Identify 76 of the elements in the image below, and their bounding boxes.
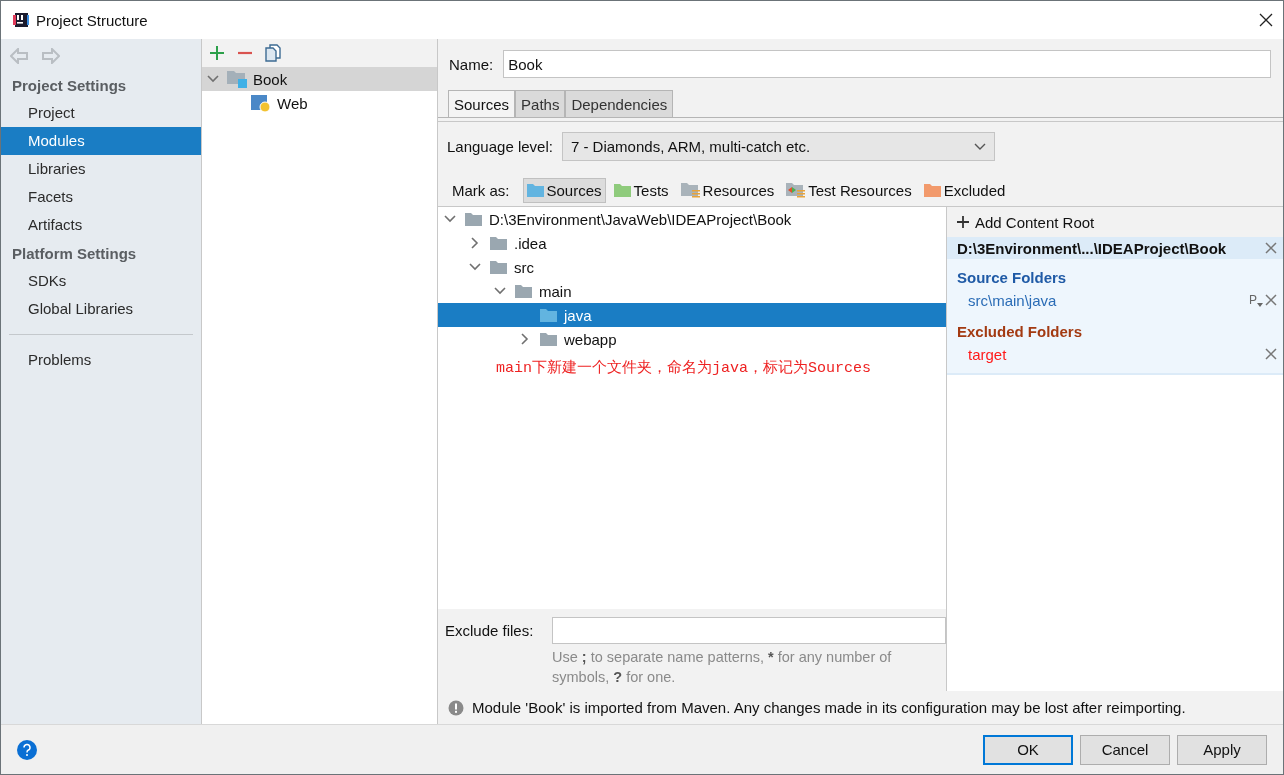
tab[interactable]: Paths bbox=[515, 90, 566, 118]
caret-icon bbox=[1257, 303, 1263, 307]
language-level-dropdown[interactable]: 7 - Diamonds, ARM, multi-catch etc. bbox=[561, 132, 995, 161]
close-icon[interactable] bbox=[1259, 13, 1273, 27]
dialog-button[interactable]: Cancel bbox=[1080, 734, 1170, 765]
properties-button[interactable]: P bbox=[1249, 293, 1263, 307]
section-header: Project Settings bbox=[11, 76, 128, 96]
sidebar-item[interactable]: SDKs bbox=[1, 267, 201, 295]
tab[interactable]: Sources bbox=[448, 90, 516, 118]
sidebar-item[interactable]: Problems bbox=[1, 346, 201, 374]
mark-as-label: Mark as: bbox=[452, 181, 510, 199]
folder-icon bbox=[490, 260, 507, 274]
folder-icon bbox=[540, 308, 557, 322]
hint-text: Use ; to separate name patterns, * for any number of symbols, ? for one. bbox=[552, 648, 893, 687]
app-icon bbox=[13, 12, 29, 28]
folder-name: java bbox=[564, 306, 592, 324]
sidebar-item[interactable]: Libraries bbox=[1, 155, 201, 183]
tree-row[interactable]: .idea bbox=[438, 231, 946, 255]
folder-path: src\main\java bbox=[968, 291, 1058, 309]
copy-icon[interactable] bbox=[265, 44, 281, 62]
sidebar-item[interactable]: Facets bbox=[1, 183, 201, 211]
add-content-root-button[interactable]: Add Content Root bbox=[947, 207, 1283, 237]
folder-path: target bbox=[968, 345, 1008, 363]
folder-name: .idea bbox=[514, 234, 547, 252]
mark-as-button[interactable]: Excluded bbox=[919, 177, 1010, 203]
mark-as-button[interactable]: Test Resources bbox=[782, 177, 916, 203]
folder-icon bbox=[923, 183, 941, 197]
folder-icon bbox=[515, 284, 532, 298]
warning-icon bbox=[448, 699, 464, 716]
help-icon[interactable] bbox=[17, 739, 37, 760]
tree-item[interactable]: Web bbox=[202, 91, 437, 115]
language-level-label: Language level: bbox=[447, 138, 553, 155]
folder-name: main bbox=[539, 282, 572, 300]
mark-as-button[interactable]: Resources bbox=[676, 177, 779, 203]
window-title: Project Structure bbox=[36, 11, 148, 29]
module-name: Book bbox=[253, 70, 288, 88]
resources-folder-icon bbox=[680, 182, 700, 198]
tree-row[interactable]: webapp bbox=[438, 327, 946, 351]
tree-row[interactable]: D:\3Environment\JavaWeb\IDEAProject\Book bbox=[438, 207, 946, 231]
sidebar-item[interactable]: Artifacts bbox=[1, 211, 201, 239]
test-resources-folder-icon bbox=[786, 182, 806, 198]
dialog-button[interactable]: Apply bbox=[1177, 734, 1267, 765]
folder-name: D:\3Environment\JavaWeb\IDEAProject\Book bbox=[489, 210, 792, 228]
add-icon bbox=[956, 215, 970, 229]
folder-icon bbox=[490, 236, 507, 250]
folder-icon bbox=[526, 183, 544, 197]
folder-icon bbox=[465, 212, 482, 226]
tree-row[interactable]: src bbox=[438, 255, 946, 279]
folder-section-title: Source Folders bbox=[956, 268, 1068, 288]
info-message: Module 'Book' is imported from Maven. Any changes made in its configuration may be lost after reimporting. bbox=[472, 699, 1186, 716]
section-header: Platform Settings bbox=[11, 244, 138, 264]
name-label: Name: bbox=[449, 55, 494, 73]
module-name: Web bbox=[277, 94, 308, 112]
name-field[interactable]: Book bbox=[503, 50, 1271, 78]
exclude-files-label: Exclude files: bbox=[445, 622, 535, 639]
tree-row[interactable]: java bbox=[438, 303, 946, 327]
web-module-icon bbox=[251, 94, 271, 112]
folder-icon bbox=[613, 183, 631, 197]
tab[interactable]: Dependencies bbox=[565, 90, 674, 118]
content-root-path: D:\3Environment\...\IDEAProject\Book bbox=[957, 239, 1227, 257]
folder-icon bbox=[540, 332, 557, 346]
sidebar-item[interactable]: Modules bbox=[1, 127, 201, 155]
sidebar-item[interactable]: Global Libraries bbox=[1, 295, 201, 323]
folder-name: webapp bbox=[564, 330, 617, 348]
tree-row[interactable]: main bbox=[438, 279, 946, 303]
exclude-files-field[interactable] bbox=[552, 617, 946, 644]
mark-as-button[interactable]: Tests bbox=[609, 177, 673, 203]
folder-name: src bbox=[514, 258, 534, 276]
tree-item[interactable]: Book bbox=[202, 67, 437, 91]
annotation-text: main下新建一个文件夹，命名为java，标记为Sources bbox=[496, 359, 873, 379]
add-icon[interactable] bbox=[209, 45, 225, 61]
mark-as-button[interactable]: Sources bbox=[522, 177, 606, 203]
folder-section-title: Excluded Folders bbox=[956, 322, 1084, 342]
sidebar-item[interactable]: Project bbox=[1, 99, 201, 127]
dialog-button[interactable]: OK bbox=[983, 734, 1073, 765]
module-folder-icon bbox=[227, 70, 247, 88]
